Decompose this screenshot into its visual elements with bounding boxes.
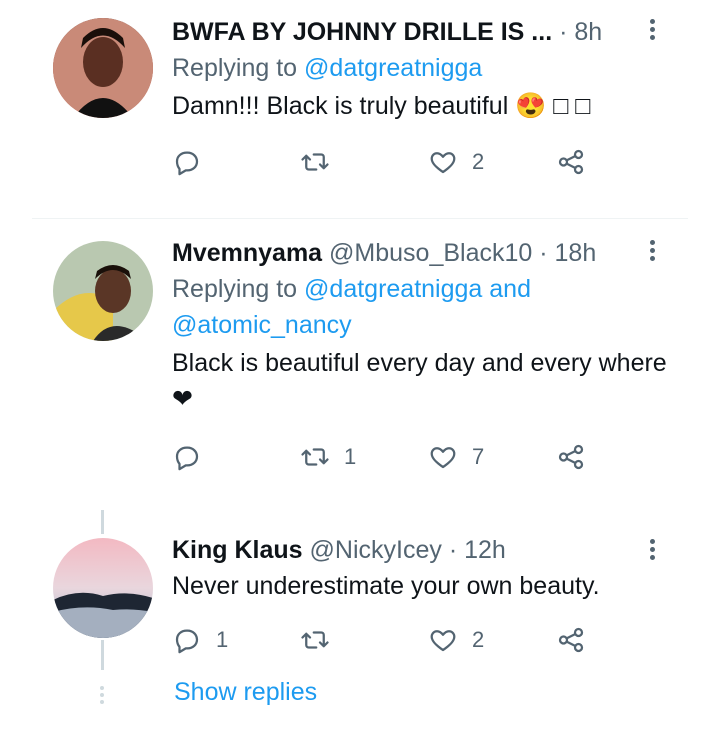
share-button[interactable] xyxy=(556,144,586,180)
reply-icon xyxy=(175,151,199,176)
author-name[interactable]: King Klaus xyxy=(172,536,303,564)
tweet-3[interactable]: King Klaus @NickyIcey · 12h Never undere… xyxy=(0,520,720,680)
heart-icon xyxy=(430,630,456,652)
reply-icon xyxy=(175,446,199,471)
share-button[interactable] xyxy=(556,622,586,658)
retweet-count: 1 xyxy=(344,444,357,469)
avatar-image xyxy=(53,538,153,638)
like-button[interactable]: 7 xyxy=(428,439,484,475)
tweet-1[interactable]: BWFA BY JOHNNY DRILLE IS ... · 8h Replyi… xyxy=(0,0,720,218)
thread-dots xyxy=(100,686,104,707)
like-count: 2 xyxy=(472,149,485,174)
more-options-icon[interactable] xyxy=(642,536,662,564)
avatar[interactable] xyxy=(53,241,153,341)
avatar-image xyxy=(53,18,153,118)
timestamp[interactable]: · 18h xyxy=(539,239,596,267)
retweet-icon xyxy=(301,153,329,171)
more-options-icon[interactable] xyxy=(642,16,662,44)
avatar[interactable] xyxy=(53,18,153,118)
retweet-icon xyxy=(301,448,329,466)
reply-button[interactable] xyxy=(172,439,216,475)
reply-button[interactable]: 1 xyxy=(172,622,228,658)
reply-count: 1 xyxy=(216,627,229,652)
timestamp[interactable]: · 12h xyxy=(449,536,506,564)
tweet-2[interactable]: Mvemnyama @Mbuso_Black10 · 18h Replying … xyxy=(0,219,720,509)
heart-icon xyxy=(430,447,456,469)
mention-link[interactable]: @datgreatnigga and xyxy=(304,275,531,303)
share-icon xyxy=(558,444,584,470)
author-handle[interactable]: @Mbuso_Black10 xyxy=(329,239,532,267)
tweet-text: Black is beautiful every day and every w… xyxy=(172,349,667,413)
tweet-header: BWFA BY JOHNNY DRILLE IS ... · 8h xyxy=(172,16,680,48)
heart-icon xyxy=(430,152,456,174)
share-button[interactable] xyxy=(556,439,586,475)
author-handle[interactable]: @NickyIcey xyxy=(310,536,442,564)
reply-icon xyxy=(175,629,199,654)
author-name[interactable]: BWFA BY JOHNNY DRILLE IS ... xyxy=(172,18,552,46)
tweet-text: Damn!!! Black is truly beautiful 😍 □ □ xyxy=(172,92,591,120)
reply-button[interactable] xyxy=(172,144,216,180)
author-name[interactable]: Mvemnyama xyxy=(172,239,322,267)
tweet-header: Mvemnyama @Mbuso_Black10 · 18h xyxy=(172,237,680,269)
like-button[interactable]: 2 xyxy=(428,622,484,658)
retweet-button[interactable] xyxy=(300,622,344,658)
timestamp[interactable]: · 8h xyxy=(559,18,602,46)
tweet-header: King Klaus @NickyIcey · 12h xyxy=(172,534,680,566)
retweet-button[interactable] xyxy=(300,144,344,180)
retweet-button[interactable]: 1 xyxy=(300,439,356,475)
avatar[interactable] xyxy=(53,538,153,638)
like-count: 2 xyxy=(472,627,485,652)
thread-line xyxy=(101,640,104,670)
share-icon xyxy=(558,627,584,653)
replying-to: Replying to @datgreatnigga and xyxy=(172,275,531,303)
share-icon xyxy=(558,149,584,175)
retweet-icon xyxy=(301,631,329,649)
more-options-icon[interactable] xyxy=(642,237,662,265)
mention-link[interactable]: @atomic_nancy xyxy=(172,307,680,343)
replying-to: Replying to @datgreatnigga xyxy=(172,54,483,82)
tweet-text: Never underestimate your own beauty. xyxy=(172,572,600,600)
avatar-image xyxy=(53,241,153,341)
mention-link[interactable]: @datgreatnigga xyxy=(304,54,482,82)
show-replies-link[interactable]: Show replies xyxy=(174,678,317,707)
like-count: 7 xyxy=(472,444,485,469)
like-button[interactable]: 2 xyxy=(428,144,484,180)
